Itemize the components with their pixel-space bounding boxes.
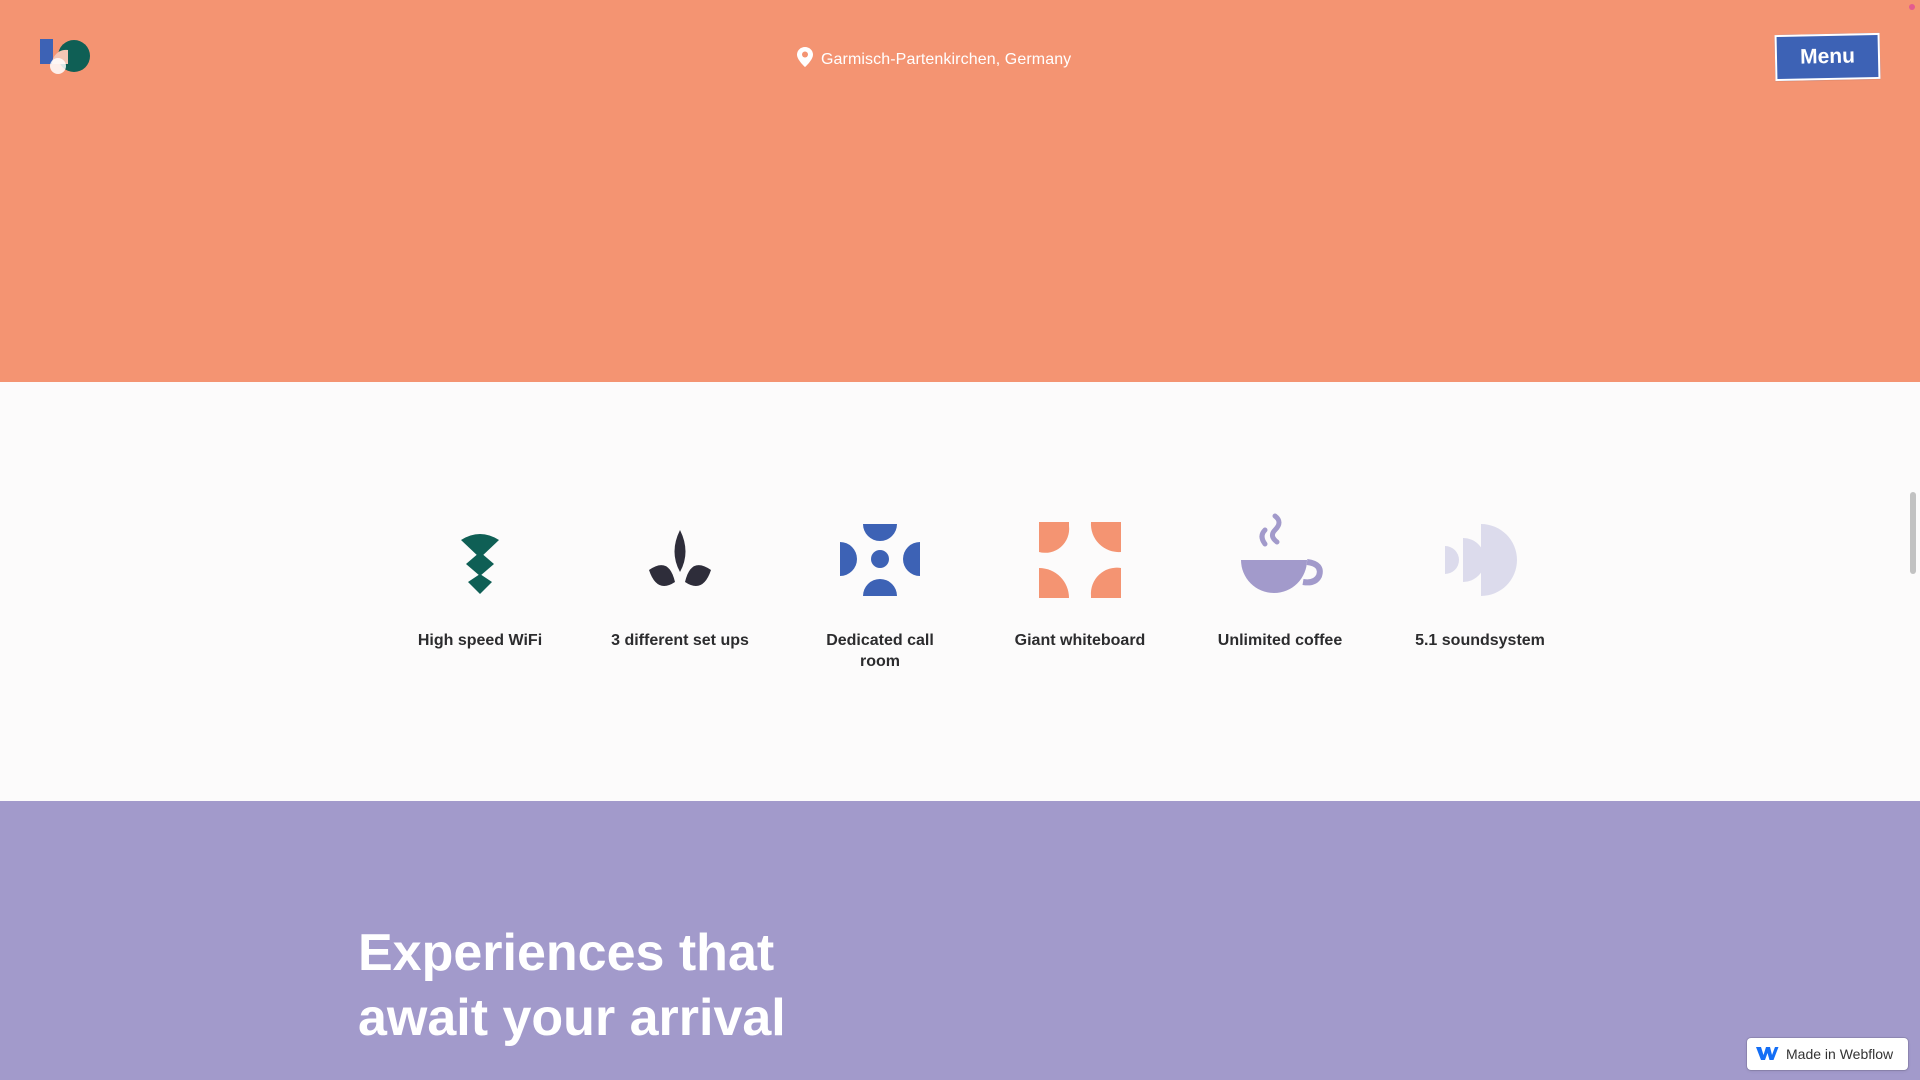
corner-dot [1909, 4, 1915, 10]
amenity-item: 5.1 soundsystem [1380, 512, 1580, 672]
amenity-item: Giant whiteboard [980, 512, 1180, 672]
amenity-label: Dedicated call room [826, 632, 934, 670]
whiteboard-icon [1035, 512, 1125, 602]
scrollbar-thumb[interactable] [1910, 492, 1916, 574]
hero-section: Garmisch-Partenkirchen, Germany Menu [0, 0, 1920, 382]
brand-logo-icon[interactable] [38, 36, 94, 76]
wifi-icon [435, 512, 525, 602]
location-label: Garmisch-Partenkirchen, Germany [797, 47, 1071, 72]
webflow-icon [1755, 1045, 1779, 1064]
made-in-webflow-badge[interactable]: Made in Webflow [1747, 1038, 1908, 1070]
amenity-label: Giant whiteboard [1014, 632, 1146, 649]
amenity-label: High speed WiFi [417, 632, 543, 649]
location-text: Garmisch-Partenkirchen, Germany [821, 50, 1072, 68]
experiences-section: Experiences that await your arrival [0, 801, 1920, 1080]
amenity-label: 3 different set ups [611, 632, 749, 649]
amenity-label: 5.1 soundsystem [1415, 632, 1545, 649]
amenity-item: Dedicated call room [780, 512, 980, 672]
amenity-list: High speed WiFi 3 different set ups Dedi… [380, 512, 1580, 672]
plant-icon [635, 512, 725, 602]
coffee-icon [1235, 512, 1325, 602]
badge-label: Made in Webflow [1786, 1046, 1894, 1062]
experiences-heading: Experiences that await your arrival [358, 924, 786, 1047]
amenity-item: 3 different set ups [580, 512, 780, 672]
amenity-item: Unlimited coffee [1180, 512, 1380, 672]
amenities-section: High speed WiFi 3 different set ups Dedi… [0, 382, 1920, 801]
menu-button[interactable]: Menu [1774, 32, 1881, 82]
amenity-item: High speed WiFi [380, 512, 580, 672]
map-pin-icon [797, 47, 813, 72]
call-room-icon [835, 512, 925, 602]
speaker-icon [1435, 512, 1525, 602]
amenity-label: Unlimited coffee [1217, 632, 1343, 649]
